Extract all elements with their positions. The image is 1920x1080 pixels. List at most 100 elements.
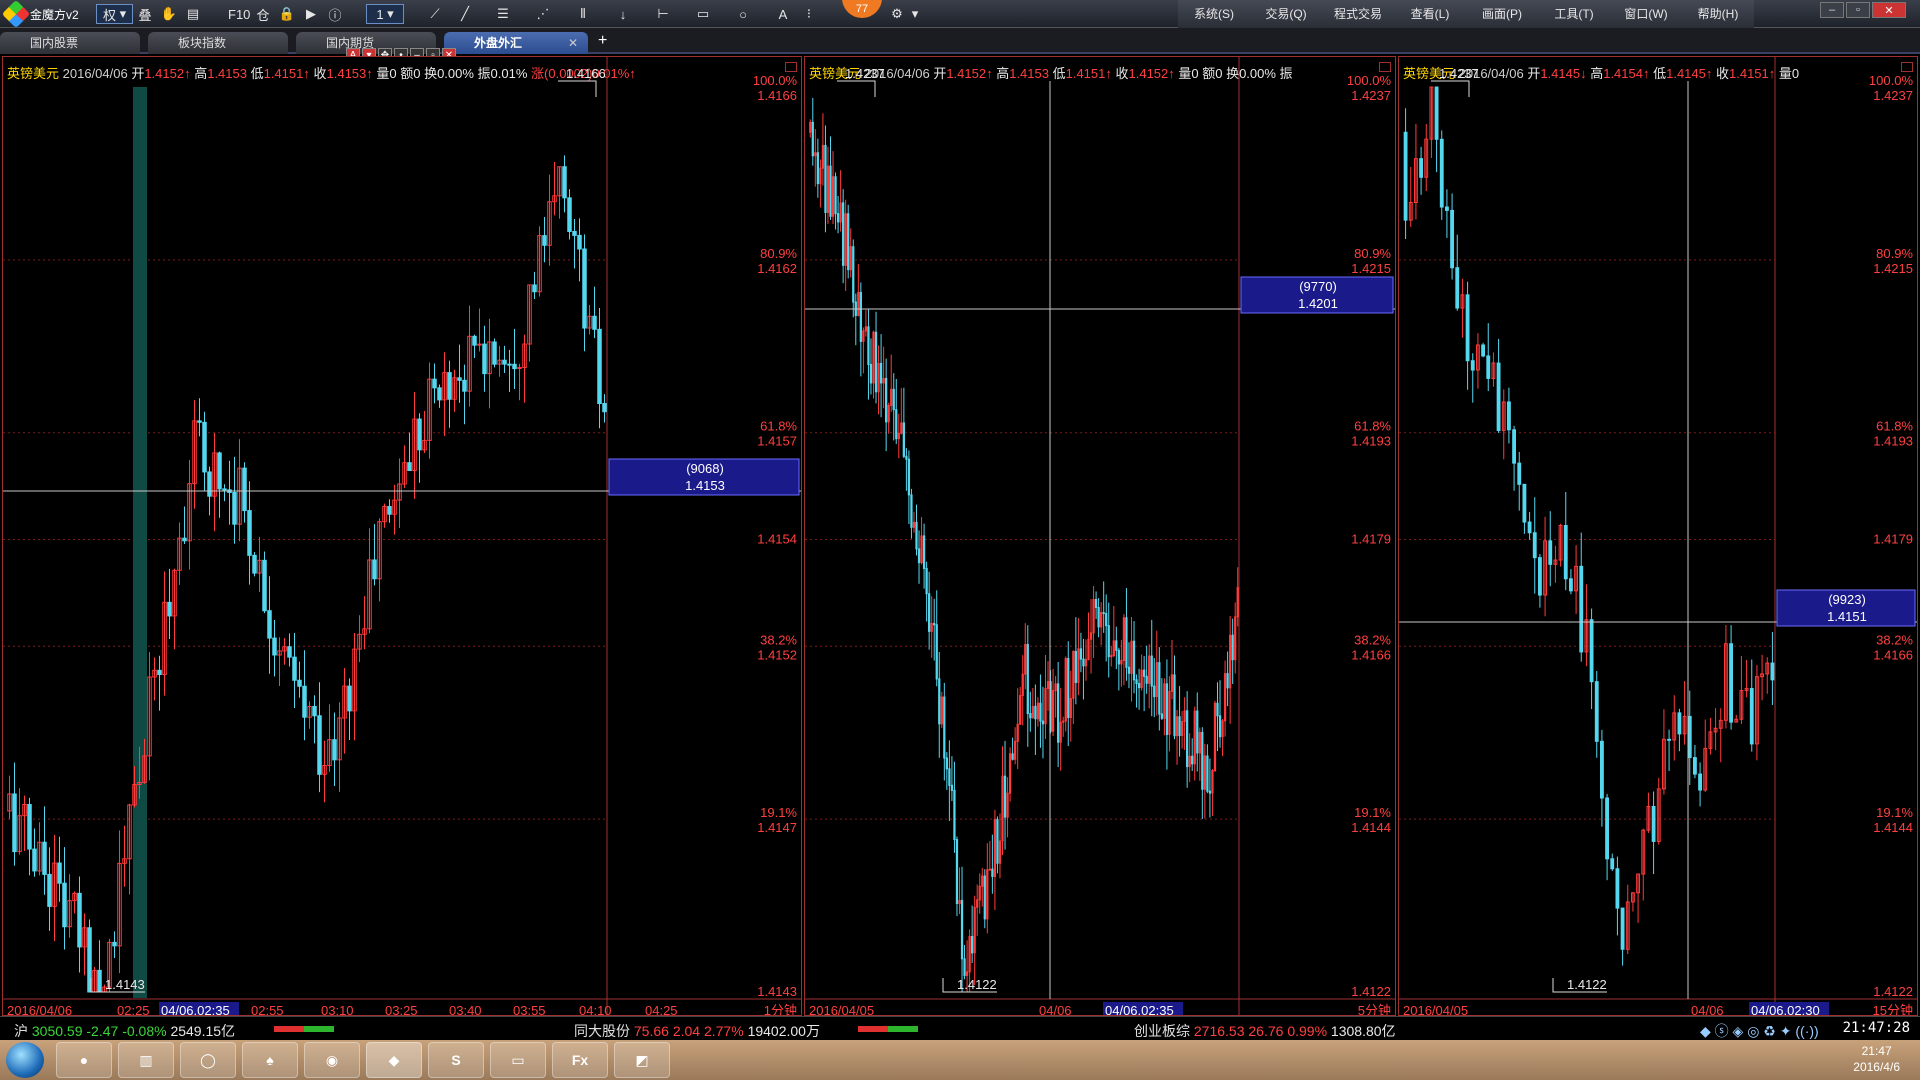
taskbar-book-icon[interactable]: ▥ [118,1042,174,1078]
candle-body [457,377,462,381]
text-align-icon[interactable]: ☰ [494,4,512,24]
candle-body [57,862,62,884]
layout-icon[interactable]: ▤ [184,4,202,24]
taskbar-cards-icon[interactable]: ♠ [242,1042,298,1078]
menu-window[interactable]: 窗口(W) [1610,0,1682,28]
chart-panel-5min[interactable]: 英镑美元 2016/04/06 开1.4152↑ 高1.4153 低1.4151… [804,56,1396,1016]
time-tick-label: 03:40 [449,1003,482,1016]
menu-help[interactable]: 帮助(H) [1682,0,1754,28]
candle-body [272,637,277,656]
taskbar-jinmofang-icon[interactable]: ◆ [366,1042,422,1078]
cang-button[interactable]: 仓 [254,4,272,24]
candle-body [902,422,905,457]
candle-body [1186,710,1189,768]
price-chart[interactable]: 100.0%1.423780.9%1.421561.8%1.41931.4179… [1399,57,1918,1016]
draw-line-icon[interactable]: ⟋ [426,4,444,24]
candle-body [933,622,936,626]
candle-body [317,715,322,775]
lock-icon[interactable]: 🔒 [278,4,296,24]
time-tick-label: 2016/04/05 [809,1003,874,1016]
quan-dropdown[interactable]: 权 ▾ [96,4,134,24]
close-icon[interactable]: ✕ [1872,2,1906,18]
taskbar-sogou-icon[interactable]: S [428,1042,484,1078]
price-tick-label: 1.4122 [1873,984,1913,999]
taskbar-game-icon[interactable]: ◉ [304,1042,360,1078]
taskbar-folder-icon[interactable]: ▭ [490,1042,546,1078]
hand-icon[interactable]: ✋ [160,4,178,24]
add-tab-icon[interactable]: + [598,32,607,50]
high-marker-label: 1.4166 [566,66,606,81]
taskbar-egg-icon[interactable]: ◯ [180,1042,236,1078]
fan-icon[interactable]: ⋰ [534,4,552,24]
candle-body [945,757,948,770]
stock-price: 75.66 [633,1023,669,1039]
menu-view[interactable]: 查看(L) [1394,0,1466,28]
start-button-icon[interactable] [6,1042,44,1078]
selection-column [133,87,147,998]
chart-panel-1min[interactable]: 英镑美元 2016/04/06 开1.4152↑ 高1.4153 低1.4151… [2,56,802,1016]
menu-tools[interactable]: 工具(T) [1538,0,1610,28]
settings-arrow-icon[interactable]: ▾ [906,4,924,24]
chinext-label[interactable]: 创业板综 [1134,1023,1190,1039]
candle-body [879,362,883,384]
arrow-down-icon[interactable]: ↓ [614,4,632,24]
chart-panel-15min[interactable]: 英镑美元 2016/04/06 开1.4145↓ 高1.4154↑ 低1.414… [1398,56,1918,1016]
minimize-icon[interactable]: – [1820,2,1844,18]
chinext-value: 2716.53 [1193,1023,1245,1039]
app-logo[interactable]: 金魔方v2 [1,0,79,29]
system-date: 2016/4/6 [1853,1060,1900,1074]
price-chart[interactable]: 100.0%1.416680.9%1.416261.8%1.41571.4154… [3,57,802,1016]
taskbar-app-1-icon[interactable]: ● [56,1042,112,1078]
ray-icon[interactable]: ╱ [456,4,474,24]
menu-system[interactable]: 系统(S) [1178,0,1250,28]
system-clock[interactable]: 21:47 2016/4/6 [1853,1043,1900,1075]
bars-icon[interactable]: ⦀ [574,4,592,24]
taskbar-fx-icon[interactable]: Fx [552,1042,608,1078]
text-tool-icon[interactable]: ⁝ [800,4,818,24]
fib-pct-label: 100.0% [1869,73,1914,88]
high-marker-label: 1.4237 [845,66,885,81]
info-icon[interactable]: ⓘ [326,4,344,24]
price-chart[interactable]: 100.0%1.423780.9%1.421561.8%1.41931.4179… [805,57,1396,1016]
period-label[interactable]: 1分钟 [764,1003,797,1016]
tab-domestic-stocks[interactable]: 国内股票 [0,32,140,54]
taskbar-red-app-icon[interactable]: ◩ [614,1042,670,1078]
candle-body [1698,773,1703,791]
candle-body [1486,355,1491,379]
maximize-icon[interactable]: ▫ [1846,2,1870,18]
menu-program-trade[interactable]: 程式交易 [1322,0,1394,28]
play-icon[interactable]: ▶ [302,4,320,24]
candle-body [960,899,964,960]
candle-body [1651,806,1656,842]
candle-body [62,882,67,928]
circle-icon[interactable]: ○ [734,4,752,24]
candle-body [938,678,941,725]
menu-screen[interactable]: 画面(P) [1466,0,1538,28]
candle-body [202,421,207,473]
rect-icon[interactable]: ▭ [694,4,712,24]
app-title: 金魔方v2 [30,7,79,22]
stack-button[interactable]: 叠 [136,4,154,24]
high-marker-line [837,80,876,97]
f10-button[interactable]: F10 [228,4,250,24]
candle-body [1512,429,1517,464]
bracket-icon[interactable]: ⊢ [654,4,672,24]
candle-body [836,213,840,223]
candle-body [1610,858,1615,870]
time-tick-label: 2016/04/06 [7,1003,72,1016]
gear-icon[interactable]: ⚙ [888,4,906,24]
tab-sector-index[interactable]: 板块指数 [148,32,288,54]
period-select[interactable]: 1 ▾ [366,4,404,24]
candle-body [1677,712,1682,735]
notification-badge[interactable]: 77 [842,0,882,18]
tab-forex[interactable]: 外盘外汇 ✕ [444,32,588,54]
tab-close-icon[interactable]: ✕ [568,32,578,54]
period-label[interactable]: 5分钟 [1358,1003,1391,1016]
period-label[interactable]: 15分钟 [1873,1003,1913,1016]
tray-icons[interactable]: ◆ ⓢ ◈ ◎ ♻ ✦ ((·)) [1700,1021,1819,1041]
candle-body [1208,790,1212,794]
stock-name[interactable]: 同大股份 [574,1023,630,1039]
candle-body [492,341,497,365]
menu-trade[interactable]: 交易(Q) [1250,0,1322,28]
font-button[interactable]: A [774,4,792,24]
